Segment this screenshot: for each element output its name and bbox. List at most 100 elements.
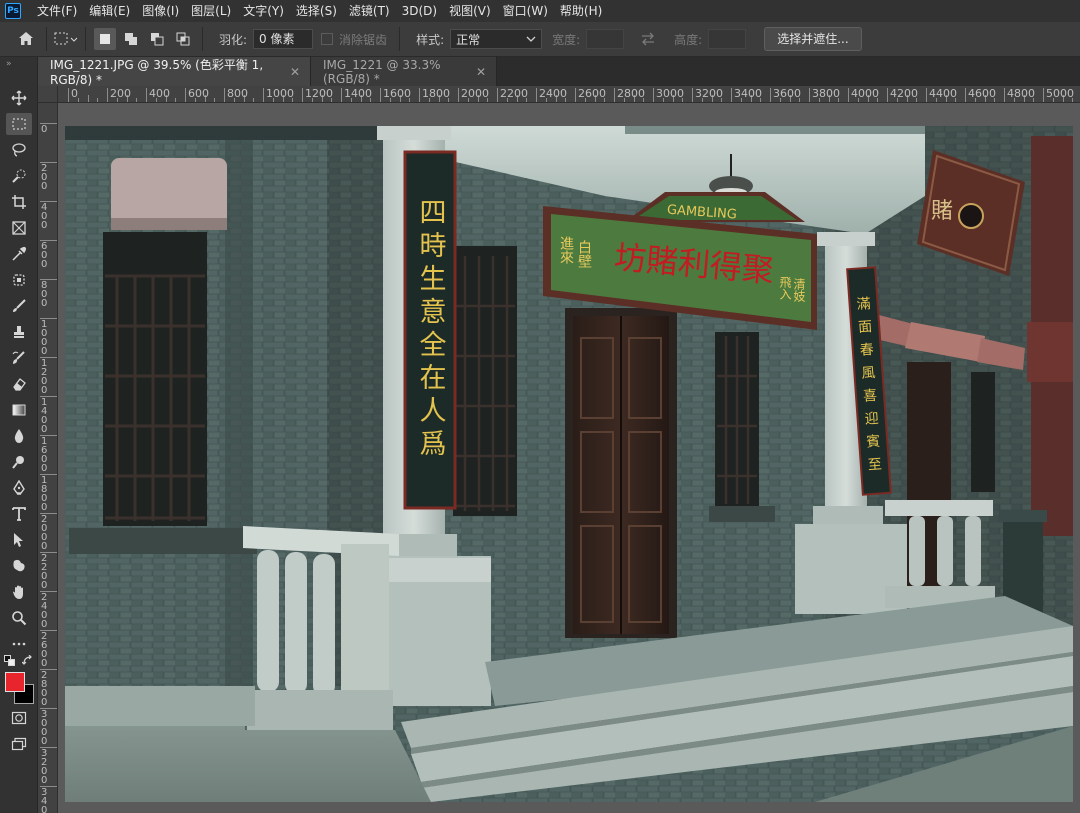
custom-shape-tool[interactable]: [6, 555, 32, 577]
marquee-preset-icon: [54, 32, 78, 45]
foreground-color-swatch[interactable]: [5, 672, 25, 692]
ruler-tick: [809, 88, 810, 102]
collapse-toolbar-icon[interactable]: »: [6, 59, 12, 69]
select-and-mask-button[interactable]: 选择并遮住...: [764, 27, 862, 51]
horizontal-ruler[interactable]: 0 200 400 600 800 1000 1200 1400 1600 1800 2000 220…: [58, 86, 1080, 103]
menu-3d[interactable]: 3D(D): [396, 0, 443, 22]
separator: [46, 27, 47, 51]
ruler-label: 1 8 0 0: [41, 475, 48, 513]
close-icon[interactable]: ✕: [290, 65, 300, 79]
chevron-down-icon: [526, 36, 536, 42]
right-balustrade-posts: [909, 516, 981, 586]
close-icon[interactable]: ✕: [476, 65, 486, 79]
ruler-tick: [965, 88, 966, 102]
menu-window[interactable]: 窗口(W): [497, 0, 554, 22]
move-tool[interactable]: [6, 87, 32, 109]
tab-img-1221[interactable]: IMG_1221 @ 33.3%(RGB/8) * ✕: [311, 57, 497, 86]
intersect-selection-button[interactable]: [172, 28, 194, 50]
left-window-sill: [69, 528, 257, 554]
far-right-pillar-cap: [1027, 322, 1073, 382]
ruler-origin[interactable]: [38, 86, 58, 103]
ruler-label: 2 0 0 0: [41, 514, 48, 552]
type-icon: [12, 507, 26, 521]
ruler-label: 1200: [305, 87, 333, 100]
new-selection-button[interactable]: [94, 28, 116, 50]
subtract-selection-button[interactable]: [146, 28, 168, 50]
ruler-label: 1 6 0 0: [41, 436, 48, 474]
ruler-label: 3600: [773, 87, 801, 100]
document-canvas[interactable]: 賭 GAMBLING 坊賭利得聚 白壁 進來 清妓 飛入 四時生意全在人爲 滿面…: [65, 126, 1073, 802]
feather-input[interactable]: 0 像素: [253, 29, 314, 49]
brush-tool[interactable]: [6, 295, 32, 317]
menu-edit[interactable]: 编辑(E): [83, 0, 136, 22]
hand-tool[interactable]: [6, 581, 32, 603]
swap-dimensions-icon[interactable]: [640, 32, 656, 46]
height-input[interactable]: [708, 29, 747, 49]
ruler-tick: [926, 88, 927, 102]
separator: [85, 27, 86, 51]
menu-help[interactable]: 帮助(H): [554, 0, 608, 22]
canvas-area: 賭 GAMBLING 坊賭利得聚 白壁 進來 清妓 飛入 四時生意全在人爲 滿面…: [58, 103, 1080, 813]
left-balustrade-posts: [257, 550, 335, 696]
history-brush-tool[interactable]: [6, 347, 32, 369]
quick-mask-button[interactable]: [6, 707, 32, 729]
menu-view[interactable]: 视图(V): [443, 0, 497, 22]
crop-tool[interactable]: [6, 191, 32, 213]
edit-toolbar-button[interactable]: [6, 633, 32, 655]
menu-filter[interactable]: 滤镜(T): [343, 0, 396, 22]
add-selection-button[interactable]: [120, 28, 142, 50]
lasso-tool[interactable]: [6, 139, 32, 161]
dodge-tool[interactable]: [6, 451, 32, 473]
ruler-label: 2 0 0: [41, 163, 48, 192]
path-selection-tool[interactable]: [6, 529, 32, 551]
antialias-label: 消除锯齿: [339, 32, 388, 47]
menu-file[interactable]: 文件(F): [31, 0, 83, 22]
ruler-label: 1000: [266, 87, 294, 100]
menu-image[interactable]: 图像(I): [136, 0, 185, 22]
menu-type[interactable]: 文字(Y): [237, 0, 290, 22]
width-input[interactable]: [586, 29, 625, 49]
ground-left-edge: [65, 686, 255, 726]
eyedropper-tool[interactable]: [6, 243, 32, 265]
move-icon: [11, 90, 27, 106]
tool-preset-picker[interactable]: [53, 27, 79, 51]
sign-left-text-1: 白壁: [576, 240, 592, 268]
quick-selection-tool[interactable]: [6, 165, 32, 187]
vertical-ruler[interactable]: 0 2 0 0 4 0 0 6 0 0 8 0 0 1 0 0 01 2 0 01 4 0…: [38, 103, 58, 813]
sign-right-text-1: 清妓: [792, 278, 806, 302]
type-tool[interactable]: [6, 503, 32, 525]
rectangular-marquee-tool[interactable]: [6, 113, 32, 135]
tab-title: IMG_1221.JPG @ 39.5% (色彩平衡 1, RGB/8) *: [50, 58, 264, 87]
zoom-tool[interactable]: [6, 607, 32, 629]
screen-mode-button[interactable]: [6, 733, 32, 755]
ruler-tick: [497, 88, 498, 102]
ruler-tick: [770, 88, 771, 102]
gradient-icon: [12, 404, 26, 416]
menu-select[interactable]: 选择(S): [290, 0, 343, 22]
options-bar: 羽化: 0 像素 消除锯齿 样式: 正常 宽度: 高度: 选择并遮住...: [0, 22, 1080, 57]
default-colors-icon[interactable]: [4, 655, 16, 667]
ruler-tick: [341, 88, 342, 102]
spot-healing-tool[interactable]: [6, 269, 32, 291]
tab-img-1221-jpg[interactable]: IMG_1221.JPG @ 39.5% (色彩平衡 1, RGB/8) * ✕: [38, 57, 311, 87]
menu-layer[interactable]: 图层(L): [185, 0, 237, 22]
ruler-label: 1600: [383, 87, 411, 100]
home-button[interactable]: [12, 26, 40, 52]
ruler-tick: [1004, 88, 1005, 102]
gradient-tool[interactable]: [6, 399, 32, 421]
clone-stamp-tool[interactable]: [6, 321, 32, 343]
swap-colors-icon[interactable]: [22, 655, 34, 667]
antialias-checkbox[interactable]: [321, 33, 334, 45]
document-tab-bar: IMG_1221.JPG @ 39.5% (色彩平衡 1, RGB/8) * ✕…: [38, 57, 1080, 87]
blur-tool[interactable]: [6, 425, 32, 447]
style-select[interactable]: 正常: [450, 29, 543, 49]
eraser-tool[interactable]: [6, 373, 32, 395]
frame-tool[interactable]: [6, 217, 32, 239]
pen-tool[interactable]: [6, 477, 32, 499]
ruler-label: 2200: [500, 87, 528, 100]
ruler-label: 2000: [461, 87, 489, 100]
ruler-label: 4800: [1007, 87, 1035, 100]
ruler-label: 5000: [1046, 87, 1074, 100]
ruler-label: 1 2 0 0: [41, 358, 48, 396]
right-column-base: [813, 506, 883, 526]
